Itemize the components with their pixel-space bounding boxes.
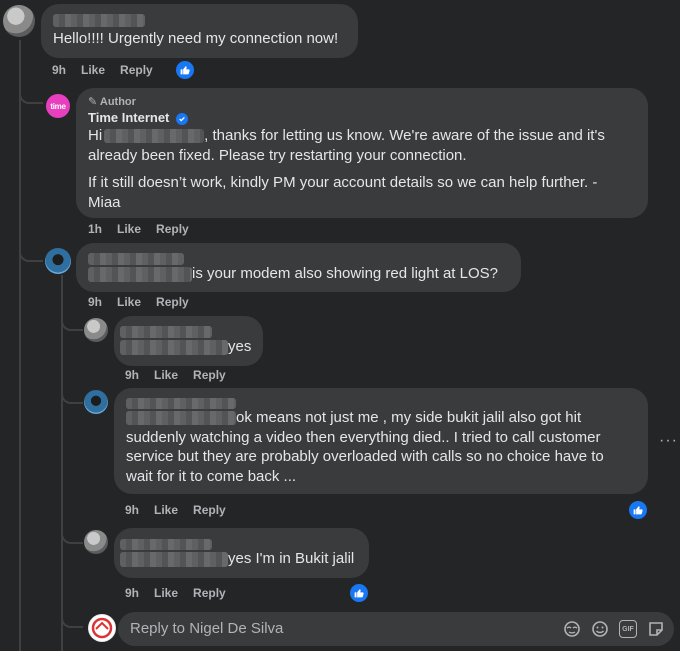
redacted-name [104,129,205,144]
thumbs-up-icon [180,66,190,75]
comment-actions: 9h Like Reply [125,368,226,382]
avatar-time-internet[interactable]: time [46,94,70,118]
redacted-text [120,339,228,355]
thumbs-up-icon [633,506,643,515]
timestamp[interactable]: 1h [88,222,102,236]
user-logo-icon [91,617,113,639]
commenter-name-text[interactable]: Time Internet [88,110,169,125]
verified-badge-icon [176,112,189,125]
pencil-icon: ✎ [88,96,98,108]
redacted-text [88,266,192,282]
avatar-logo-text: time [50,101,66,111]
like-button[interactable]: Like [117,222,141,236]
commenter-name-redacted[interactable] [88,250,509,265]
comment-actions: 9h Like Reply [88,295,189,309]
like-button[interactable]: Like [117,295,141,309]
commenter-name-redacted[interactable] [120,536,363,551]
timestamp[interactable]: 9h [52,63,66,77]
comment-text-para2-line1: If it still doesn’t work, kindly PM your… [88,174,598,191]
thread-connector-nested-3 [61,528,83,544]
timestamp[interactable]: 9h [125,503,139,517]
current-user-avatar[interactable] [88,614,116,642]
comment-text-row: yes I'm in Bukit jalil [120,549,363,569]
redacted-text [120,551,228,567]
commenter-name-redacted[interactable] [53,12,346,28]
avatar[interactable] [3,5,35,37]
reply-button[interactable]: Reply [193,503,226,517]
comment-text-line1: , thanks for letting us know. We're awar… [204,127,605,144]
reply-input-placeholder: Reply to Nigel De Silva [130,620,284,637]
reply-button[interactable]: Reply [156,222,189,236]
reply-button[interactable]: Reply [193,368,226,382]
commenter-name[interactable]: Time Internet [88,110,636,125]
comment-bubble: is your modem also showing red light at … [76,243,521,292]
comment-text: Hello!!!! Urgently need my connection no… [53,30,339,47]
like-button[interactable]: Like [154,586,178,600]
avatar[interactable] [84,318,108,342]
thread-connector-reply-box [61,610,83,628]
sticker-icon[interactable] [647,620,665,638]
timestamp[interactable]: 9h [88,295,102,309]
timestamp[interactable]: 9h [125,586,139,600]
avatar[interactable] [84,530,108,554]
comment-text-row: is your modem also showing red light at … [88,264,509,284]
gif-icon-label: GIF [622,625,634,633]
commenter-name-redacted[interactable] [120,323,257,338]
comment-text-paragraph-2: If it still doesn’t work, kindly PM your… [88,173,636,212]
comment-actions: 1h Like Reply [88,222,189,236]
comment-text: ok means not just me , my side bukit jal… [126,408,636,486]
comment-text-line4: wait for it to come back ... [126,467,297,485]
comment-actions: 9h Like Reply [52,63,153,77]
thread-connector-nested-1 [61,315,83,331]
thread-line-nested [61,275,63,651]
timestamp[interactable]: 9h [125,368,139,382]
like-button[interactable]: Like [154,503,178,517]
sticker-face-icon[interactable] [563,620,581,638]
comment-text: yes I'm in Bukit jalil [228,550,355,567]
comment-text-line2: suddenly watching a video then everythin… [126,428,601,446]
comment-bubble: yes I'm in Bukit jalil [114,528,369,578]
comment-text: Hi , thanks for letting us know. We're aw… [88,126,636,165]
thread-connector-reply-2 [19,244,43,262]
author-badge-label: Author [99,96,136,108]
reply-button[interactable]: Reply [156,295,189,309]
like-reaction-badge[interactable] [348,582,370,604]
more-options-button[interactable]: ··· [659,432,678,450]
reply-button[interactable]: Reply [120,63,153,77]
comment-text-para2-line2: Miaa [88,193,121,211]
comment-bubble: Hello!!!! Urgently need my connection no… [41,4,358,58]
author-badge: ✎ Author [88,95,636,108]
comment-bubble-author: ✎ Author Time Internet Hi , thanks for le… [76,88,648,218]
like-button[interactable]: Like [154,368,178,382]
comment-text: is your modem also showing red light at … [192,265,498,282]
emoji-icon[interactable] [591,620,609,638]
commenter-name-redacted[interactable] [126,395,636,410]
reply-button[interactable]: Reply [193,586,226,600]
comment-bubble: yes [114,316,263,366]
comment-actions: 9h Like Reply [125,503,226,517]
comment-bubble: ok means not just me , my side bukit jal… [114,388,648,494]
thread-line-main [19,40,21,651]
like-button[interactable]: Like [81,63,105,77]
comment-text: yes [228,338,252,355]
gif-icon[interactable]: GIF [619,620,637,638]
like-reaction-badge[interactable] [627,499,649,521]
avatar[interactable] [45,248,71,274]
thumbs-up-icon [354,589,364,598]
comment-text-row: yes [120,337,257,357]
thread-connector-author [19,88,43,104]
comment-text-line2: already been fixed. Please try restartin… [88,146,467,164]
comment-text-line1: ok means not just me , my side bukit jal… [236,409,582,426]
comment-text-greeting: Hi [88,127,103,144]
thread-connector-nested-2 [61,388,83,404]
avatar[interactable] [84,390,108,414]
like-reaction-badge[interactable] [174,59,196,81]
comment-text-line3: service but they are probably overloaded… [126,448,604,465]
redacted-text [126,411,236,426]
comment-actions: 9h Like Reply [125,586,226,600]
